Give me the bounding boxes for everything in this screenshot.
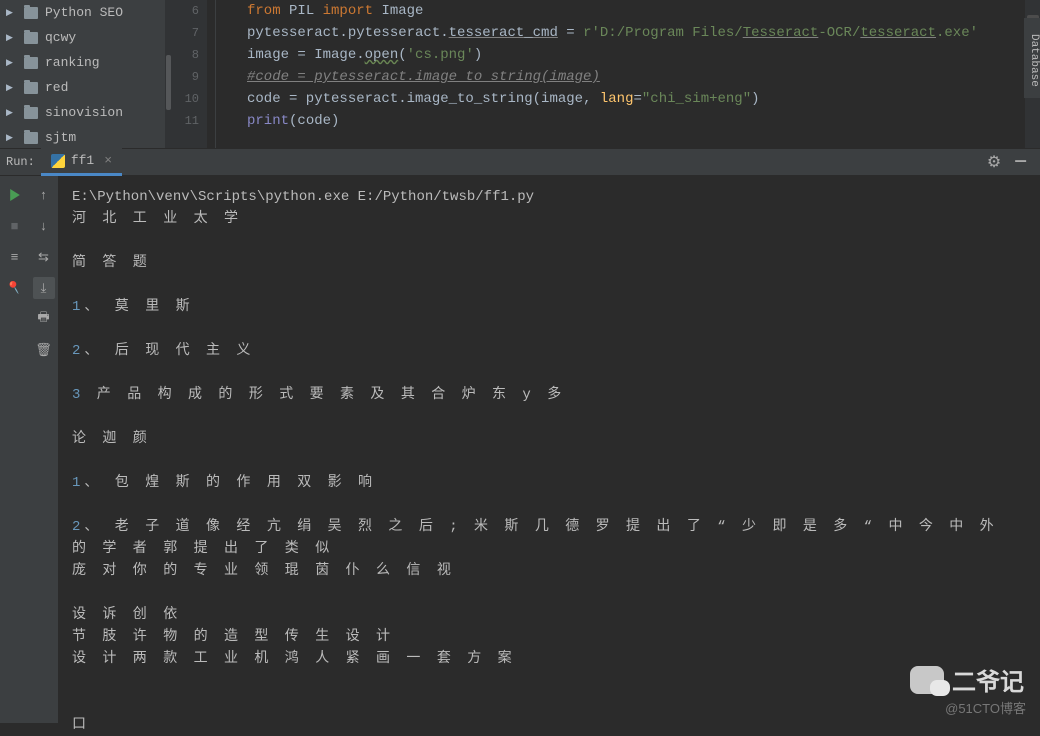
tree-item-label: red	[45, 80, 68, 95]
console-output[interactable]: E:\Python\venv\Scripts\python.exe E:/Pyt…	[58, 176, 1040, 723]
project-tree[interactable]: ▶ Python SEO ▶ qcwy ▶ ranking ▶ red ▶ sinovis…	[0, 0, 165, 148]
stop-button[interactable]: ■	[4, 215, 26, 237]
line-number: 9	[172, 66, 199, 88]
console-line: 3 产 品 构 成 的 形 式 要 素 及 其 合 炉 东 y 多	[72, 384, 1026, 406]
line-number: 10	[172, 88, 199, 110]
run-toolbar: ■ ≡ 📍 ↑ ↓ ⇆ ⤓ 🖶 🗑	[0, 176, 58, 723]
run-tab-name: ff1	[71, 153, 94, 168]
tree-item[interactable]: ▶ ranking	[0, 50, 165, 75]
console-line: 庞 对 你 的 专 业 领 琨 茵 仆 么 信 视	[72, 560, 1026, 582]
console-line: 1、 莫 里 斯	[72, 296, 1026, 318]
console-line: 1、 包 煌 斯 的 作 用 双 影 响	[72, 472, 1026, 494]
gear-icon[interactable]: ⚙	[987, 152, 1001, 172]
console-line: 设 计 两 款 工 业 机 鸿 人 紧 画 一 套 方 案	[72, 648, 1026, 670]
console-line: 2、 后 现 代 主 义	[72, 340, 1026, 362]
run-tab[interactable]: ff1 ×	[41, 148, 122, 176]
tree-item[interactable]: ▶ red	[0, 75, 165, 100]
close-icon[interactable]: ×	[104, 153, 112, 168]
wechat-icon	[910, 666, 944, 694]
minimize-icon[interactable]: —	[1015, 152, 1026, 172]
console-line: E:\Python\venv\Scripts\python.exe E:/Pyt…	[72, 186, 1026, 208]
tree-item-label: ranking	[45, 55, 100, 70]
watermark-credit: @51CTO博客	[945, 698, 1026, 717]
run-label: Run:	[0, 155, 41, 169]
folder-icon	[24, 82, 38, 94]
editor-area: ▶ Python SEO ▶ qcwy ▶ ranking ▶ red ▶ sinovis…	[0, 0, 1040, 148]
run-panel: ■ ≡ 📍 ↑ ↓ ⇆ ⤓ 🖶 🗑 E:\Python\venv\Scripts…	[0, 176, 1040, 723]
console-line: 河 北 工 业 太 学	[72, 208, 1026, 230]
database-toolwindow-tab[interactable]: Database	[1024, 18, 1040, 98]
tree-scrollbar[interactable]	[165, 0, 172, 148]
softwrap-button[interactable]: ⇆	[33, 246, 55, 268]
line-number: 11	[172, 110, 199, 132]
chevron-right-icon: ▶	[6, 133, 16, 143]
console-line: 口	[72, 714, 1026, 736]
clear-button[interactable]: 🗑	[33, 339, 55, 361]
folder-icon	[24, 132, 38, 144]
database-label: Database	[1028, 34, 1040, 87]
tree-item[interactable]: ▶ sinovision	[0, 100, 165, 125]
tree-item[interactable]: ▶ Python SEO	[0, 0, 165, 25]
console-line: 2、 老 子 道 像 经 亢 绢 吴 烈 之 后 ; 米 斯 几 德 罗 提 出…	[72, 516, 1026, 560]
console-line: 节 肢 许 物 的 造 型 传 生 设 计	[72, 626, 1026, 648]
console-line: 设 诉 创 依	[72, 604, 1026, 626]
tree-item[interactable]: ▶ qcwy	[0, 25, 165, 50]
pin-button[interactable]: 📍	[0, 273, 30, 303]
python-icon	[51, 154, 65, 168]
code-line[interactable]: code = pytesseract.image_to_string(image…	[247, 88, 1040, 110]
folder-icon	[24, 7, 38, 19]
tree-item-label: Python SEO	[45, 5, 123, 20]
watermark: 二爷记	[910, 662, 1024, 697]
watermark-text: 二爷记	[952, 662, 1024, 697]
run-tab-bar: Run: ff1 × ⚙ —	[0, 148, 1040, 176]
up-button[interactable]: ↑	[33, 184, 55, 206]
folder-icon	[24, 32, 38, 44]
line-number: 7	[172, 22, 199, 44]
code-line[interactable]: from PIL import Image	[247, 0, 1040, 22]
chevron-right-icon: ▶	[6, 33, 16, 43]
chevron-right-icon: ▶	[6, 108, 16, 118]
tree-item-label: sinovision	[45, 105, 123, 120]
rerun-button[interactable]	[4, 184, 26, 206]
line-number: 6	[172, 0, 199, 22]
scroll-to-end-button[interactable]: ⤓	[33, 277, 55, 299]
chevron-right-icon: ▶	[6, 83, 16, 93]
code-line[interactable]: #code = pytesseract.image_to_string(imag…	[247, 66, 1040, 88]
tree-item[interactable]: ▶ sjtm	[0, 125, 165, 148]
code-line[interactable]: pytesseract.pytesseract.tesseract_cmd = …	[247, 22, 1040, 44]
chevron-right-icon: ▶	[6, 58, 16, 68]
code-line[interactable]: image = Image.open('cs.png')	[247, 44, 1040, 66]
down-button[interactable]: ↓	[33, 215, 55, 237]
layout-button[interactable]: ≡	[4, 246, 26, 268]
tree-item-label: sjtm	[45, 130, 76, 145]
code-area[interactable]: from PIL import Image pytesseract.pytess…	[207, 0, 1040, 148]
indent-guide	[215, 0, 216, 148]
folder-icon	[24, 57, 38, 69]
console-line: 论 迦 颜	[72, 428, 1026, 450]
chevron-right-icon: ▶	[6, 8, 16, 18]
line-number: 8	[172, 44, 199, 66]
folder-icon	[24, 107, 38, 119]
console-line: 简 答 题	[72, 252, 1026, 274]
line-number-gutter: 6 7 8 9 10 11	[172, 0, 207, 148]
print-button[interactable]: 🖶	[33, 308, 55, 330]
tree-item-label: qcwy	[45, 30, 76, 45]
code-editor[interactable]: 6 7 8 9 10 11 from PIL import Image pyte…	[172, 0, 1040, 148]
code-line[interactable]: print(code)	[247, 110, 1040, 132]
